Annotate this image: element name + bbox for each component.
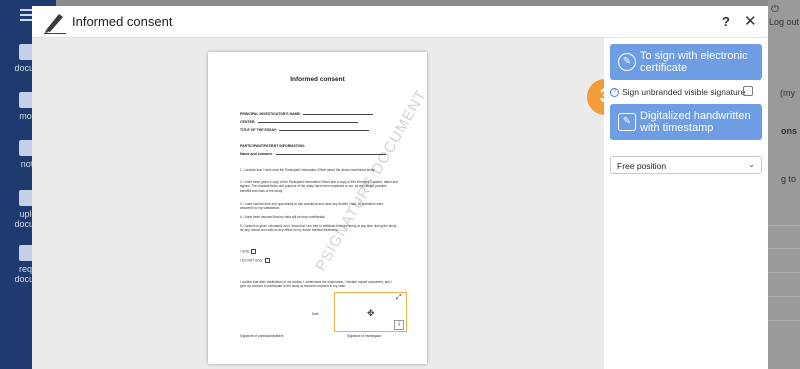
close-button[interactable]: ✕ [744, 12, 757, 30]
modal-header: Informed consent ? ✕ [32, 6, 768, 38]
bg-text-fragment: g to [781, 174, 797, 184]
bg-text-fragment: (my [780, 88, 795, 98]
date-label: Date [312, 312, 319, 316]
investigator-signature-label: Signature of investigator [347, 334, 382, 338]
divider [768, 272, 800, 273]
edit-square-icon: ✎ [618, 113, 636, 131]
signature-options-panel: ✎ To sign with electronic certificate ? S… [604, 38, 768, 369]
divider [768, 320, 800, 321]
doc-field-essay: TITLE OF THE ESSAY: [240, 128, 369, 132]
divider [768, 296, 800, 297]
unbranded-signature-option: ? Sign unbranded visible signature [610, 86, 762, 98]
unbranded-signature-checkbox[interactable] [743, 86, 753, 96]
handwritten-timestamp-button[interactable]: ✎ Digitalized handwritten with timestamp [610, 104, 762, 140]
help-circle-icon[interactable]: ? [610, 88, 619, 98]
expand-icon[interactable]: ⤢ [396, 294, 402, 302]
position-select[interactable]: Free position ⌄ [610, 156, 762, 174]
document-page: Informed consent PRINCIPAL INVESTIGATOR'… [208, 52, 430, 364]
doc-paragraph: 3. I have had the time and opportunity t… [240, 202, 384, 211]
doc-section: PARTICIPANT/PATIENT INFORMATION: [240, 144, 306, 148]
help-button[interactable]: ? [722, 14, 730, 29]
divider [768, 225, 800, 226]
bg-text-fragment: ons [781, 126, 798, 136]
doc-confirm-paragraph: I confirm that after clarification of my… [240, 280, 392, 289]
electronic-certificate-button[interactable]: ✎ To sign with electronic certificate [610, 44, 762, 80]
move-icon[interactable]: ✥ [367, 308, 375, 319]
doc-field-name: Name and surname : [240, 152, 387, 156]
chevron-down-icon: ⌄ [748, 160, 755, 169]
document-title: Informed consent [290, 76, 345, 83]
doc-field-investigator: PRINCIPAL INVESTIGATOR'S NAME: [240, 112, 374, 116]
give-checkbox[interactable] [251, 249, 257, 254]
not-give-checkbox[interactable] [264, 258, 270, 263]
divider [768, 248, 800, 249]
logout-link[interactable]: Log out [769, 17, 799, 27]
pen-circle-icon: ✎ [618, 53, 636, 71]
modal-title: Informed consent [72, 14, 173, 29]
info-icon[interactable]: i [394, 320, 404, 330]
doc-field-center: CENTER: [240, 120, 358, 124]
app-main-background [768, 0, 800, 369]
signature-placement-box[interactable]: ✥ ⤢ i [334, 292, 407, 332]
doc-paragraph: 4. I have been assured that my data will… [240, 215, 326, 219]
document-viewer[interactable]: Informed consent PRINCIPAL INVESTIGATOR'… [32, 38, 604, 369]
doc-paragraph: 5. Consent is given voluntarily and I kn… [240, 224, 397, 233]
sign-modal: Informed consent ? ✕ Informed consent PR… [32, 6, 768, 369]
pen-icon [44, 14, 66, 34]
power-icon[interactable]: ⏻ [771, 4, 779, 15]
